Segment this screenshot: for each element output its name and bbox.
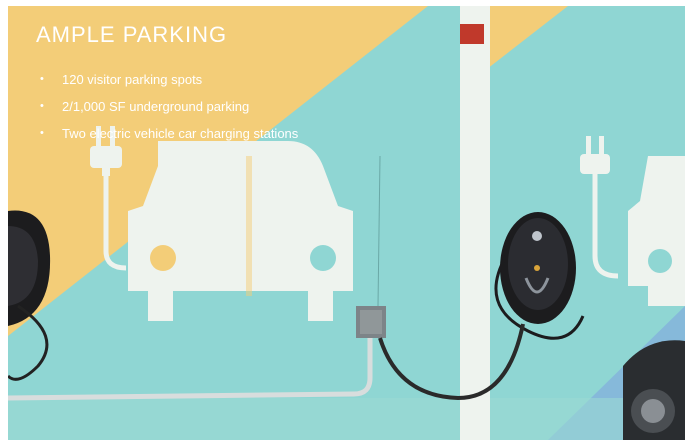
bullet-text: 2/1,000 SF underground parking [62,99,250,114]
bullet-text: 120 visitor parking spots [62,72,203,87]
bullet-list: • 120 visitor parking spots • 2/1,000 SF… [36,66,298,147]
bullet-dot-icon: • [40,100,44,112]
slide: AMPLE PARKING • 120 visitor parking spot… [0,0,692,446]
bullet-item: • 2/1,000 SF underground parking [36,93,298,120]
bullet-text: Two electric vehicle car charging statio… [62,126,299,141]
slide-title: AMPLE PARKING [36,22,228,47]
bullet-item: • Two electric vehicle car charging stat… [36,120,298,147]
bullet-dot-icon: • [40,127,44,139]
bullet-dot-icon: • [40,73,44,85]
parking-garage-photo: AMPLE PARKING • 120 visitor parking spot… [8,6,685,440]
bullet-item: • 120 visitor parking spots [36,66,298,93]
